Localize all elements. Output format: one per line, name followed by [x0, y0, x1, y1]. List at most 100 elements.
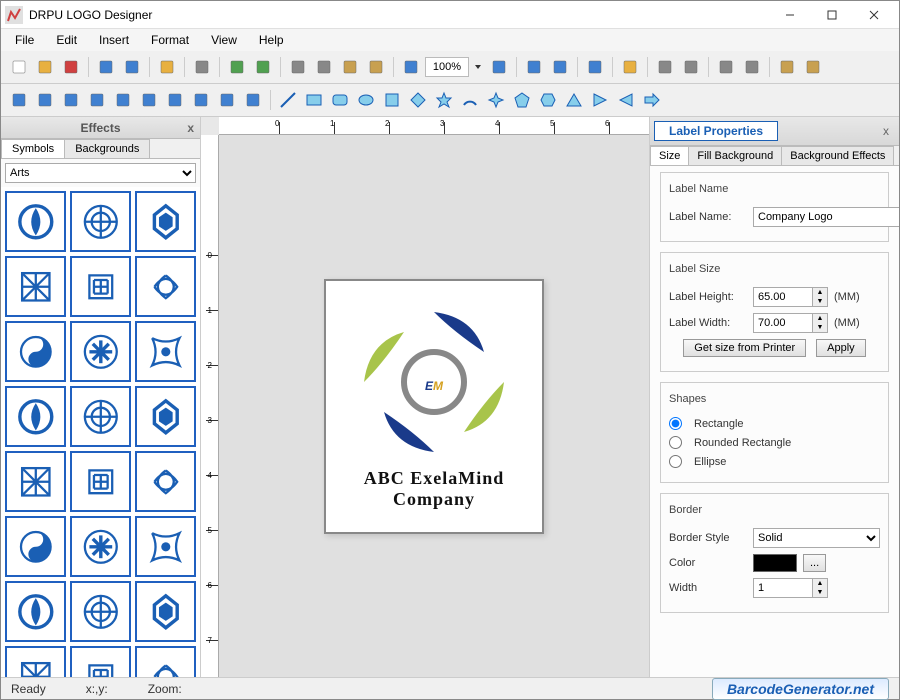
barcode-button[interactable] — [241, 88, 265, 112]
undo-button[interactable] — [225, 55, 249, 79]
line-button[interactable] — [276, 88, 300, 112]
label-width-input[interactable] — [753, 313, 813, 333]
symbol-item[interactable] — [5, 256, 66, 317]
rounded-rect-button[interactable] — [328, 88, 352, 112]
delete-button[interactable] — [59, 55, 83, 79]
label-properties-close[interactable]: x — [877, 124, 895, 138]
zoom-value-input[interactable] — [425, 57, 469, 77]
symbol-item[interactable] — [5, 191, 66, 252]
border-color-swatch[interactable] — [753, 554, 797, 572]
height-spin-down[interactable]: ▼ — [813, 297, 827, 306]
stripes-button[interactable] — [215, 88, 239, 112]
effects-tab-backgrounds[interactable]: Backgrounds — [64, 139, 150, 158]
arc-button[interactable] — [458, 88, 482, 112]
properties-tab-size[interactable]: Size — [650, 146, 689, 165]
logo-emblem[interactable]: EM — [354, 302, 514, 462]
fit-1-1-button[interactable] — [522, 55, 546, 79]
text-tool-button[interactable] — [7, 88, 31, 112]
symbol-item[interactable] — [70, 256, 131, 317]
symbol-item[interactable] — [5, 386, 66, 447]
shape-radio-ellipse[interactable] — [669, 455, 682, 468]
camera-tool-button[interactable] — [59, 88, 83, 112]
menu-help[interactable]: Help — [249, 31, 294, 49]
symbol-item[interactable] — [5, 516, 66, 577]
triangle-left-button[interactable] — [614, 88, 638, 112]
menu-insert[interactable]: Insert — [89, 31, 139, 49]
paste-button[interactable] — [338, 55, 362, 79]
lock-button[interactable] — [775, 55, 799, 79]
logo-text-line2[interactable]: Company — [393, 489, 475, 510]
square-button[interactable] — [380, 88, 404, 112]
symbol-item[interactable] — [135, 321, 196, 382]
symbol-item[interactable] — [70, 451, 131, 512]
symbol-item[interactable] — [70, 321, 131, 382]
open-folder-button[interactable] — [155, 55, 179, 79]
symbol-item[interactable] — [5, 581, 66, 642]
shape-radio-rectangle[interactable] — [669, 417, 682, 430]
get-size-from-printer-button[interactable]: Get size from Printer — [683, 339, 806, 357]
height-spin-up[interactable]: ▲ — [813, 288, 827, 297]
align-right-button[interactable] — [740, 55, 764, 79]
menu-edit[interactable]: Edit — [46, 31, 87, 49]
cut-button[interactable] — [286, 55, 310, 79]
border-width-spin-up[interactable]: ▲ — [813, 579, 827, 588]
symbol-item[interactable] — [5, 646, 66, 677]
menu-format[interactable]: Format — [141, 31, 199, 49]
redo-button[interactable] — [251, 55, 275, 79]
width-spin-down[interactable]: ▼ — [813, 323, 827, 332]
people-button[interactable] — [137, 88, 161, 112]
symbol-item[interactable] — [135, 256, 196, 317]
hexagon-button[interactable] — [536, 88, 560, 112]
symbol-item[interactable] — [5, 321, 66, 382]
new-file-button[interactable] — [7, 55, 31, 79]
border-style-select[interactable]: Solid — [753, 528, 880, 548]
zoom-out-button[interactable] — [487, 55, 511, 79]
layers-button[interactable] — [85, 88, 109, 112]
label-name-input[interactable] — [753, 207, 899, 227]
symbol-item[interactable] — [135, 191, 196, 252]
triangle-right-button[interactable] — [588, 88, 612, 112]
menu-file[interactable]: File — [5, 31, 44, 49]
four-point-button[interactable] — [484, 88, 508, 112]
zoom-dropdown[interactable] — [471, 55, 485, 79]
paste-special-button[interactable] — [364, 55, 388, 79]
triangle-up-button[interactable] — [562, 88, 586, 112]
effects-panel-close[interactable]: x — [187, 121, 194, 135]
maximize-button[interactable] — [811, 1, 853, 29]
wave-button[interactable] — [189, 88, 213, 112]
word-art-button[interactable] — [163, 88, 187, 112]
diamond-button[interactable] — [406, 88, 430, 112]
apply-button[interactable]: Apply — [816, 339, 866, 357]
symbol-item[interactable] — [135, 581, 196, 642]
properties-tab-fill-background[interactable]: Fill Background — [688, 146, 782, 165]
symbol-item[interactable] — [70, 581, 131, 642]
symbol-item[interactable] — [70, 516, 131, 577]
symbol-item[interactable] — [70, 646, 131, 677]
fit-window-button[interactable] — [548, 55, 572, 79]
send-back-button[interactable] — [679, 55, 703, 79]
bring-front-button[interactable] — [653, 55, 677, 79]
open-file-button[interactable] — [33, 55, 57, 79]
effects-tab-symbols[interactable]: Symbols — [1, 139, 65, 158]
minimize-button[interactable] — [769, 1, 811, 29]
symbol-category-dropdown[interactable]: Arts — [5, 163, 196, 183]
border-width-input[interactable] — [753, 578, 813, 598]
symbol-item[interactable] — [5, 451, 66, 512]
label-design[interactable]: EM ABC ExelaMind Company — [324, 279, 544, 534]
arrow-shape-button[interactable] — [640, 88, 664, 112]
label-height-input[interactable] — [753, 287, 813, 307]
align-left-button[interactable] — [714, 55, 738, 79]
symbol-item[interactable] — [70, 191, 131, 252]
ellipse-button[interactable] — [354, 88, 378, 112]
zoom-in-button[interactable] — [399, 55, 423, 79]
save-button[interactable] — [94, 55, 118, 79]
pentagon-button[interactable] — [510, 88, 534, 112]
save-multi-button[interactable] — [120, 55, 144, 79]
rect-button[interactable] — [302, 88, 326, 112]
width-spin-up[interactable]: ▲ — [813, 314, 827, 323]
print-button[interactable] — [190, 55, 214, 79]
symbol-item[interactable] — [135, 646, 196, 677]
border-width-spin-down[interactable]: ▼ — [813, 588, 827, 597]
shape-radio-rounded-rectangle[interactable] — [669, 436, 682, 449]
group-button[interactable] — [111, 88, 135, 112]
